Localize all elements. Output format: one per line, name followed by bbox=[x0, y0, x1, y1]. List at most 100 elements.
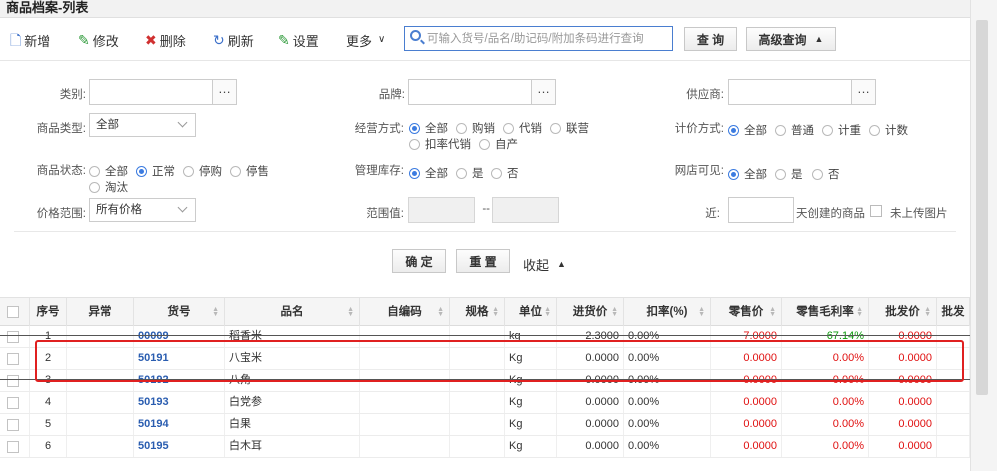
stock-radio-yes[interactable]: 是 bbox=[456, 165, 484, 181]
table-cell[interactable] bbox=[0, 436, 30, 457]
row-checkbox[interactable] bbox=[7, 353, 19, 365]
column-header-label: 货号 bbox=[167, 306, 191, 318]
select-all-checkbox-cell[interactable] bbox=[0, 298, 30, 326]
operation-radio-purchase[interactable]: 购销 bbox=[456, 120, 495, 136]
sort-icon[interactable]: ▲ ▼ bbox=[212, 306, 219, 318]
column-header-label: 零售价 bbox=[728, 306, 764, 318]
sort-icon[interactable]: ▲ ▼ bbox=[492, 306, 499, 318]
stock-radio-no[interactable]: 否 bbox=[491, 165, 519, 181]
category-input[interactable] bbox=[89, 79, 213, 105]
no-image-checkbox[interactable] bbox=[870, 205, 882, 217]
column-header-label: 序号 bbox=[36, 306, 60, 318]
operation-radio-all[interactable]: 全部 bbox=[409, 120, 448, 136]
brand-picker-button[interactable]: … bbox=[532, 79, 556, 105]
table-row[interactable]: 5 50194 白果 Kg 0.0000 0.00% 0.0000 0.00% 0.0000 bbox=[0, 414, 970, 436]
column-header[interactable]: 异常 bbox=[67, 298, 134, 326]
status-radio-normal[interactable]: 正常 bbox=[136, 163, 175, 179]
query-button[interactable]: 查 询 bbox=[684, 27, 737, 51]
vertical-scrollbar[interactable] bbox=[970, 0, 997, 471]
edit-button[interactable]: ✎ 修改 bbox=[78, 31, 119, 49]
table-cell[interactable] bbox=[0, 348, 30, 369]
web-radio-all[interactable]: 全部 bbox=[728, 166, 767, 182]
category-picker-button[interactable]: … bbox=[213, 79, 237, 105]
column-header[interactable]: 规格 ▲ ▼ bbox=[450, 298, 505, 326]
column-header[interactable]: 扣率(%) ▲ ▼ bbox=[624, 298, 711, 326]
pricing-radio-weight[interactable]: 计重 bbox=[822, 122, 861, 138]
web-radio-no[interactable]: 否 bbox=[812, 166, 840, 182]
collapse-button[interactable]: 收起 ▲ bbox=[523, 255, 566, 273]
sort-icon[interactable]: ▲ ▼ bbox=[856, 306, 863, 318]
status-radio-all[interactable]: 全部 bbox=[89, 163, 128, 179]
brand-input[interactable] bbox=[408, 79, 532, 105]
column-header[interactable]: 零售价 ▲ ▼ bbox=[711, 298, 782, 326]
table-cell[interactable] bbox=[0, 326, 30, 347]
status-radio-stop-sale[interactable]: 停售 bbox=[230, 163, 269, 179]
row-checkbox[interactable] bbox=[7, 397, 19, 409]
new-button[interactable]: 🗋 新增 bbox=[10, 31, 50, 49]
column-header[interactable]: 零售毛利率 ▲ ▼ bbox=[782, 298, 869, 326]
chevron-down-icon: ∨ bbox=[378, 34, 386, 45]
pricing-radio-count[interactable]: 计数 bbox=[869, 122, 908, 138]
more-dropdown[interactable]: 更多 ∨ bbox=[346, 31, 388, 49]
sort-icon[interactable]: ▲ ▼ bbox=[698, 306, 705, 318]
pricing-radio-normal[interactable]: 普通 bbox=[775, 122, 814, 138]
radio-icon bbox=[822, 124, 833, 136]
sort-icon[interactable]: ▲ ▼ bbox=[924, 306, 931, 318]
status-radio-stop-purchase[interactable]: 停购 bbox=[183, 163, 222, 179]
settings-icon: ✎ bbox=[278, 32, 290, 48]
column-header[interactable]: 自编码 ▲ ▼ bbox=[360, 298, 450, 326]
column-header[interactable]: 批发价 ▲ ▼ bbox=[869, 298, 937, 326]
operation-radio-rate-consign[interactable]: 扣率代销 bbox=[409, 136, 471, 152]
row-checkbox[interactable] bbox=[7, 441, 19, 453]
search-input[interactable] bbox=[427, 30, 667, 47]
range-max-input[interactable] bbox=[492, 197, 559, 223]
row-checkbox[interactable] bbox=[7, 375, 19, 387]
operation-radio-consign[interactable]: 代销 bbox=[503, 120, 542, 136]
supplier-picker-button[interactable]: … bbox=[852, 79, 876, 105]
search-box[interactable] bbox=[404, 26, 673, 51]
scrollbar-thumb[interactable] bbox=[976, 20, 988, 395]
web-radio-yes[interactable]: 是 bbox=[775, 166, 803, 182]
delete-button[interactable]: ✖ 删除 bbox=[145, 31, 186, 49]
column-header[interactable]: 货号 ▲ ▼ bbox=[134, 298, 225, 326]
select-all-checkbox[interactable] bbox=[7, 306, 19, 318]
table-cell[interactable] bbox=[0, 392, 30, 413]
pricing-radio-all[interactable]: 全部 bbox=[728, 122, 767, 138]
row-checkbox[interactable] bbox=[7, 419, 19, 431]
supplier-input[interactable] bbox=[728, 79, 852, 105]
edit-label: 修改 bbox=[92, 33, 119, 49]
range-min-input[interactable] bbox=[408, 197, 475, 223]
row-checkbox[interactable] bbox=[7, 331, 19, 343]
operation-radio-self-produced[interactable]: 自产 bbox=[479, 136, 518, 152]
settings-button[interactable]: ✎ 设置 bbox=[278, 31, 319, 49]
column-header[interactable]: 进货价 ▲ ▼ bbox=[557, 298, 624, 326]
column-header[interactable]: 品名 ▲ ▼ bbox=[225, 298, 360, 326]
confirm-button[interactable]: 确 定 bbox=[392, 249, 446, 273]
sort-icon[interactable]: ▲ ▼ bbox=[347, 306, 354, 318]
column-header-label: 异常 bbox=[88, 306, 112, 318]
cell-rate: 0.00% bbox=[624, 414, 711, 435]
refresh-button[interactable]: ↻ 刷新 bbox=[213, 31, 254, 49]
table-cell[interactable] bbox=[0, 414, 30, 435]
refresh-icon: ↻ bbox=[213, 32, 225, 48]
price-range-select[interactable]: 所有价格 bbox=[89, 198, 196, 222]
recent-days-input[interactable] bbox=[728, 197, 794, 223]
sort-icon[interactable]: ▲ ▼ bbox=[544, 306, 551, 318]
table-cell[interactable] bbox=[0, 370, 30, 391]
advanced-query-button[interactable]: 高级查询 ▲ bbox=[746, 27, 836, 51]
table-row[interactable]: 4 50193 白党参 Kg 0.0000 0.00% 0.0000 0.00% 0.0000 bbox=[0, 392, 970, 414]
refresh-label: 刷新 bbox=[227, 33, 254, 49]
status-radio-obsolete[interactable]: 淘汰 bbox=[89, 179, 128, 195]
product-type-select[interactable]: 全部 bbox=[89, 113, 196, 137]
sort-icon[interactable]: ▲ ▼ bbox=[769, 306, 776, 318]
column-header[interactable]: 序号 bbox=[30, 298, 67, 326]
column-header[interactable]: 批发 bbox=[937, 298, 970, 326]
sort-icon[interactable]: ▲ ▼ bbox=[611, 306, 618, 318]
operation-radio-joint[interactable]: 联营 bbox=[550, 120, 589, 136]
column-header[interactable]: 单位 ▲ ▼ bbox=[505, 298, 557, 326]
reset-button[interactable]: 重 置 bbox=[456, 249, 510, 273]
column-header-label: 单位 bbox=[519, 306, 542, 318]
sort-icon[interactable]: ▲ ▼ bbox=[437, 306, 444, 318]
table-row[interactable]: 6 50195 白木耳 Kg 0.0000 0.00% 0.0000 0.00% 0.0000 bbox=[0, 436, 970, 458]
stock-radio-all[interactable]: 全部 bbox=[409, 165, 448, 181]
